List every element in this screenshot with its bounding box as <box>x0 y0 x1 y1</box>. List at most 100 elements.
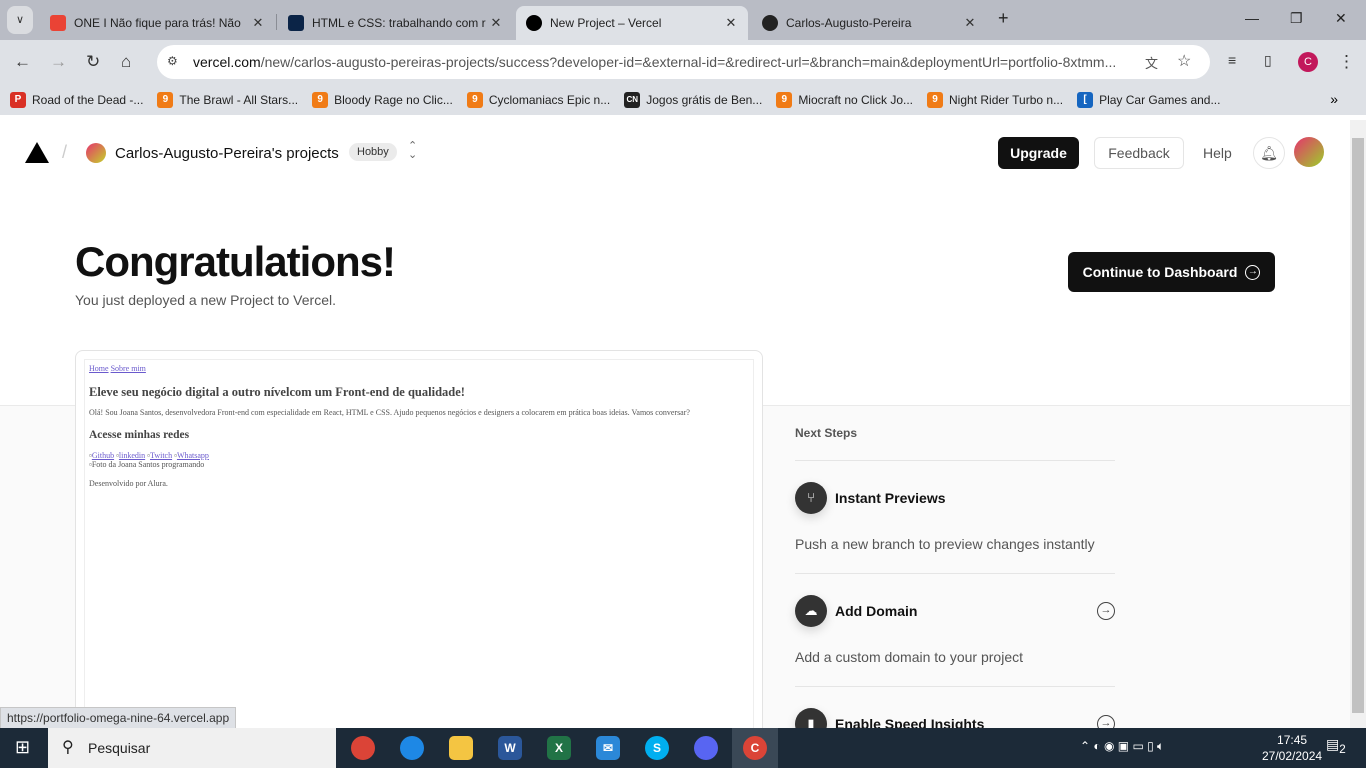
bookmark[interactable]: 9 Night Rider Turbo n... <box>927 92 1063 108</box>
chrome-profile-icon[interactable]: C <box>743 736 767 760</box>
gmail-icon <box>50 15 66 31</box>
help-link[interactable]: Help <box>1203 145 1232 161</box>
preview-heading: Eleve seu negócio digital a outro nívelc… <box>89 385 465 399</box>
team-name[interactable]: Carlos-Augusto-Pereira's projects <box>115 145 339 162</box>
preview-social-heading: Acesse minhas redes <box>89 429 190 441</box>
bookmark-icon: 9 <box>466 92 483 108</box>
profile-avatar[interactable]: C <box>1298 52 1318 72</box>
user-avatar[interactable] <box>1294 137 1324 167</box>
bookmark-icon: [ <box>1077 92 1094 108</box>
vercel-header: / Carlos-Augusto-Pereira's projects Hobb… <box>0 120 1350 186</box>
skype-icon[interactable]: S <box>645 736 669 760</box>
tab-gmail[interactable]: ONE I Não fique para trás! Não ✕ <box>40 6 275 40</box>
bell-icon[interactable]: 🔔︎ <box>1253 137 1285 169</box>
close-tab-icon[interactable]: ✕ <box>251 15 265 31</box>
preview-link-home[interactable]: Home <box>89 364 109 373</box>
upgrade-button[interactable]: Upgrade <box>998 137 1079 169</box>
tab-alura[interactable]: HTML e CSS: trabalhando com r ✕ <box>278 6 513 40</box>
close-window-button[interactable]: ✕ <box>1335 10 1347 27</box>
tab-search-button[interactable]: ∨ <box>7 6 33 34</box>
tab-github[interactable]: Carlos-Augusto-Pereira ✕ <box>752 6 987 40</box>
new-tab-button[interactable]: + <box>998 8 1009 29</box>
continue-dashboard-button[interactable]: Continue to Dashboard → <box>1068 252 1275 292</box>
page-subtitle: You just deployed a new Project to Verce… <box>75 292 336 308</box>
preview-link-about[interactable]: Sobre mim <box>111 364 146 373</box>
feedback-button[interactable]: Feedback <box>1094 137 1184 169</box>
step-add-domain[interactable]: ☁ Add Domain → Add a custom domain to yo… <box>795 573 1115 686</box>
step-speed-insights[interactable]: ▮ Enable Speed Insights → <box>795 686 1115 728</box>
bookmark-icon: CN <box>624 92 641 108</box>
clock[interactable]: 17:45 27/02/2024 <box>1262 732 1322 764</box>
taskbar: ⊞ ⚲ Pesquisar W X ✉ S C ⌃ ◐ ◉ ▣ ▭ ▯ 🔈︎ 17… <box>0 728 1366 768</box>
discord-icon[interactable] <box>694 736 718 760</box>
restore-button[interactable]: ❐ <box>1290 10 1303 27</box>
scrollbar[interactable] <box>1350 120 1366 728</box>
arrow-right-circle-icon: → <box>1245 264 1261 280</box>
notifications-icon[interactable]: ▤2 <box>1326 736 1346 756</box>
side-panel-icon[interactable]: ▯ <box>1264 52 1272 69</box>
preview-link-linkedin[interactable]: linkedin <box>119 451 145 460</box>
preview-link-twitch[interactable]: Twitch <box>150 451 172 460</box>
menu-icon[interactable]: ⋮ <box>1338 52 1355 72</box>
taskbar-search[interactable]: ⚲ Pesquisar <box>48 728 336 768</box>
close-tab-icon[interactable]: ✕ <box>489 15 503 31</box>
bookmark-icon: 9 <box>157 92 174 108</box>
windows-start-icon[interactable]: ⊞ <box>15 737 30 758</box>
chevron-updown-icon[interactable]: ⌃ ⌄ <box>408 141 417 161</box>
home-icon[interactable]: ⌂ <box>121 52 131 72</box>
minimize-button[interactable]: — <box>1245 10 1259 26</box>
step-instant-previews[interactable]: ⑂ Instant Previews Push a new branch to … <box>795 460 1115 573</box>
arrow-right-circle-icon: → <box>1097 715 1115 728</box>
tray-icons[interactable]: ⌃ ◐ ◉ ▣ ▭ ▯ 🔈︎ <box>1080 739 1164 754</box>
word-icon[interactable]: W <box>498 736 522 760</box>
media-icon[interactable]: ≡ <box>1228 52 1236 68</box>
address-bar[interactable]: ⚙ vercel.com/new/carlos-augusto-pereiras… <box>157 45 1210 79</box>
tab-strip: ∨ ONE I Não fique para trás! Não ✕ HTML e… <box>0 0 1366 40</box>
bookmark-star-icon[interactable]: ☆ <box>1177 51 1191 71</box>
reload-icon[interactable]: ↻ <box>86 52 100 72</box>
next-steps-title: Next Steps <box>795 426 858 440</box>
edge-icon[interactable] <box>400 736 424 760</box>
deployment-preview[interactable]: Home Sobre mim Eleve seu negócio digital… <box>75 350 763 728</box>
mail-icon[interactable]: ✉ <box>596 736 620 760</box>
bookmark-icon: P <box>10 92 26 108</box>
vercel-logo-icon[interactable] <box>25 142 49 163</box>
tab-vercel[interactable]: New Project – Vercel ✕ <box>516 6 748 40</box>
chart-icon: ▮ <box>795 708 827 728</box>
status-url: https://portfolio-omega-nine-64.vercel.a… <box>0 707 237 729</box>
preview-frame[interactable]: Home Sobre mim Eleve seu negócio digital… <box>84 359 754 728</box>
translate-icon[interactable]: 文 <box>1145 53 1158 72</box>
preview-link-whatsapp[interactable]: Whatsapp <box>177 451 209 460</box>
bookmark[interactable]: 9 Bloody Rage no Clic... <box>312 92 453 108</box>
preview-photo-alt: Foto da Joana Santos programando <box>91 460 205 469</box>
excel-icon[interactable]: X <box>547 736 571 760</box>
preview-footer: Desenvolvido por Alura. <box>89 479 168 488</box>
github-icon <box>762 15 778 31</box>
chrome-icon[interactable] <box>351 736 375 760</box>
page-title: Congratulations! <box>75 238 396 285</box>
close-tab-icon[interactable]: ✕ <box>724 15 738 31</box>
team-avatar[interactable] <box>86 143 106 163</box>
bookmark[interactable]: [Play Car Games and... <box>1077 92 1220 108</box>
browser-toolbar: ← → ↻ ⌂ ⚙ vercel.com/new/carlos-augusto-… <box>0 40 1366 85</box>
preview-link-github[interactable]: Github <box>92 451 114 460</box>
more-bookmarks-icon[interactable]: » <box>1330 91 1338 107</box>
alura-icon <box>288 15 304 31</box>
bookmark[interactable]: 9 Miocraft no Click Jo... <box>776 92 913 108</box>
bookmark[interactable]: 9 Cyclomaniacs Epic n... <box>466 92 610 108</box>
bookmarks-bar: P Road of the Dead -... 9 The Brawl - All … <box>0 85 1366 115</box>
close-tab-icon[interactable]: ✕ <box>963 15 977 31</box>
git-branch-icon: ⑂ <box>795 482 827 514</box>
file-explorer-icon[interactable] <box>449 736 473 760</box>
bookmark-icon: 9 <box>776 92 793 108</box>
back-icon[interactable]: ← <box>14 52 31 72</box>
bookmark[interactable]: 9 The Brawl - All Stars... <box>157 92 298 108</box>
vercel-page: / Carlos-Augusto-Pereira's projects Hobb… <box>0 120 1350 728</box>
forward-icon[interactable]: → <box>50 52 67 72</box>
vercel-icon <box>526 15 542 31</box>
arrow-right-circle-icon: → <box>1097 602 1115 620</box>
bookmark[interactable]: P Road of the Dead -... <box>10 92 143 108</box>
scrollbar-thumb[interactable] <box>1352 138 1364 713</box>
bookmark[interactable]: CN Jogos grátis de Ben... <box>624 92 762 108</box>
site-info-icon[interactable]: ⚙ <box>167 54 178 68</box>
